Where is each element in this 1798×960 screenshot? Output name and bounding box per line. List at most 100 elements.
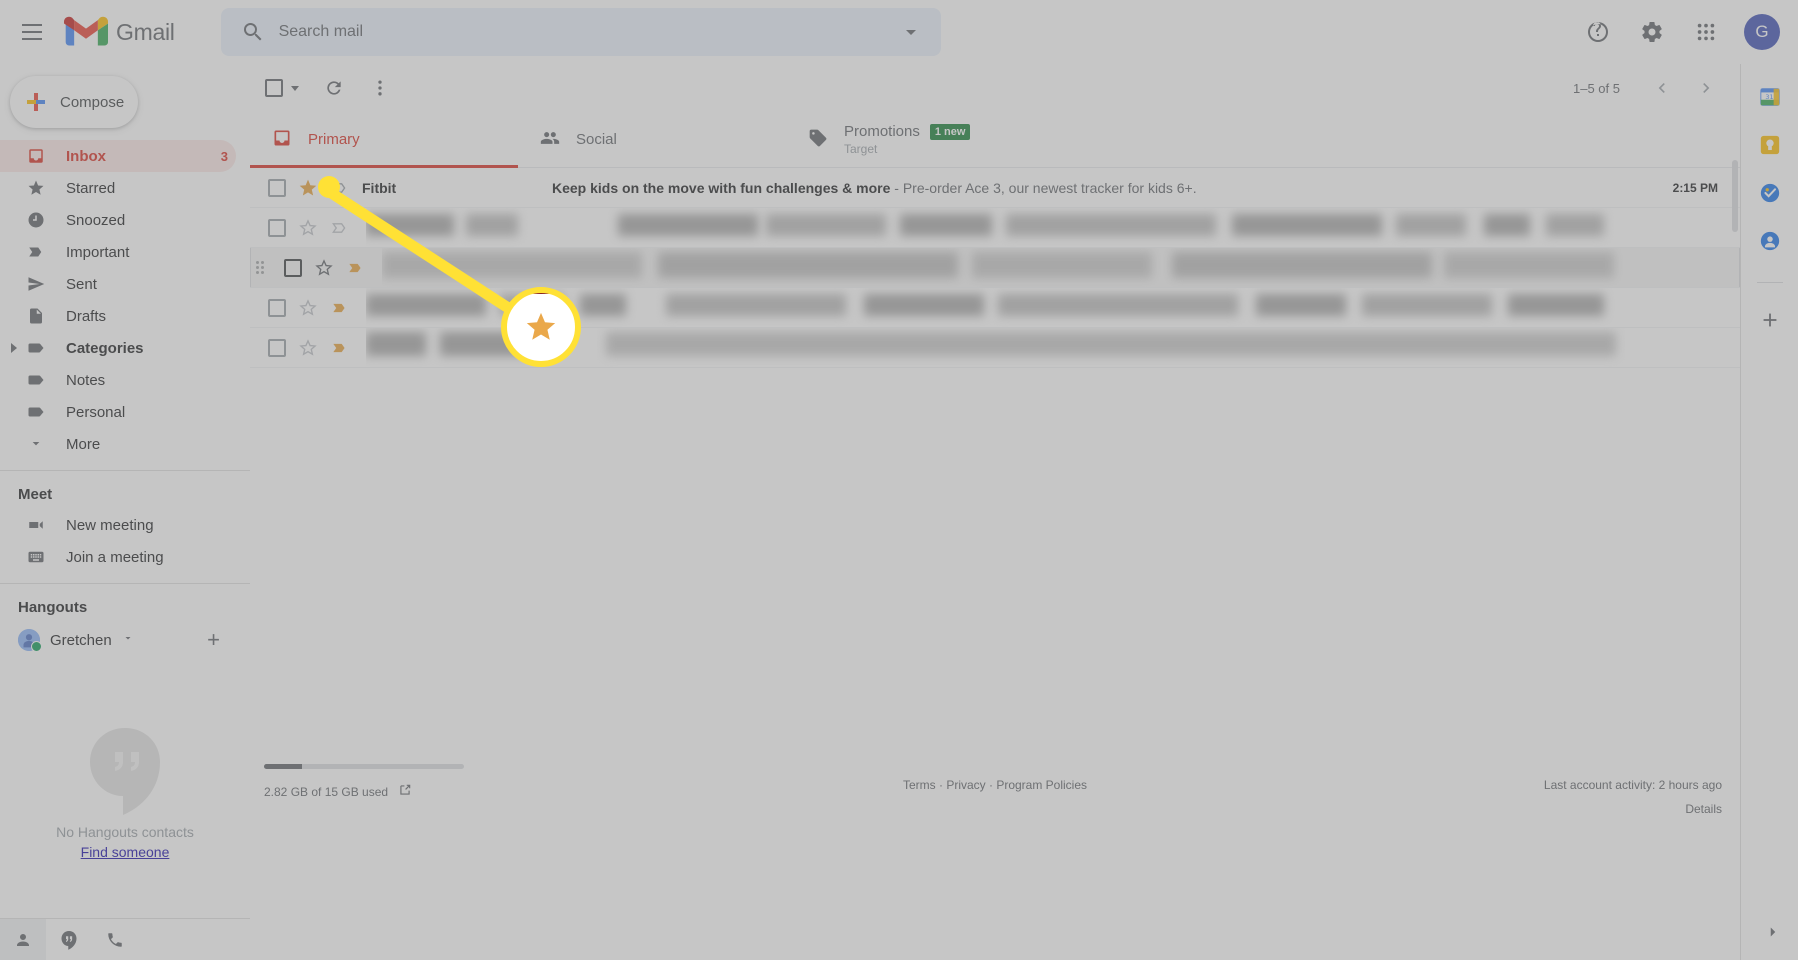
chevron-right-icon[interactable] (1764, 923, 1782, 946)
sidebar-item-label: Important (66, 243, 130, 261)
chevron-down-icon[interactable] (291, 85, 299, 91)
contacts-icon[interactable] (0, 918, 46, 960)
refresh-button[interactable] (314, 68, 354, 108)
important-marker-icon[interactable] (330, 338, 350, 358)
select-all-checkbox[interactable] (262, 68, 302, 108)
important-marker-icon[interactable] (330, 178, 350, 198)
google-calendar-icon[interactable]: 31 (1759, 86, 1781, 108)
sidebar-item-label: More (66, 435, 101, 453)
sidebar-item-more[interactable]: More (0, 428, 236, 460)
table-row[interactable] (250, 288, 1740, 328)
hangouts-user-row[interactable]: Gretchen + (0, 622, 250, 658)
sidebar-item-categories[interactable]: Categories (0, 332, 236, 364)
sidebar-item-inbox[interactable]: Inbox 3 (0, 140, 236, 172)
row-checkbox[interactable] (268, 298, 286, 317)
gmail-logo-brand[interactable]: Gmail (64, 15, 175, 49)
star-icon[interactable] (298, 338, 318, 358)
search-options-icon[interactable] (899, 20, 923, 44)
sidebar-item-join-meeting[interactable]: Join a meeting (0, 541, 236, 573)
row-checkbox[interactable] (268, 218, 286, 237)
sidebar-item-label: Sent (66, 275, 97, 293)
compose-button[interactable]: Compose (10, 76, 138, 128)
sidebar-item-sent[interactable]: Sent (0, 268, 236, 300)
activity-details-link[interactable]: Details (1320, 802, 1722, 816)
google-keep-icon[interactable] (1759, 134, 1781, 156)
row-checkbox[interactable] (268, 338, 286, 357)
last-activity-text: Last account activity: 2 hours ago (1543, 778, 1722, 792)
send-icon (26, 274, 46, 294)
sidebar-item-label: Personal (66, 403, 126, 421)
svg-text:31: 31 (1765, 93, 1773, 101)
table-row[interactable]: Fitbit Keep kids on the move with fun ch… (250, 168, 1740, 208)
table-row[interactable] (250, 328, 1740, 368)
tab-social[interactable]: Social (518, 112, 786, 167)
tab-sublabel: Target (844, 142, 878, 156)
sidebar-item-new-meeting[interactable]: New meeting (0, 509, 236, 541)
hamburger-icon[interactable] (8, 8, 56, 56)
gmail-logo-icon (64, 16, 108, 46)
tab-label: Primary (308, 131, 360, 148)
find-someone-link[interactable]: Find someone (81, 844, 170, 860)
inbox-icon (272, 128, 292, 152)
inbox-unread-count: 3 (220, 148, 228, 164)
clock-icon (26, 210, 46, 230)
chevron-right-icon[interactable] (8, 342, 20, 354)
brand-name: Gmail (116, 18, 175, 45)
blurred-content (366, 288, 1740, 327)
footer-links[interactable]: Terms · Privacy · Program Policies (670, 764, 1320, 792)
hangouts-icon[interactable] (46, 919, 92, 960)
plus-icon[interactable]: + (207, 627, 220, 653)
important-marker-icon[interactable] (330, 298, 350, 318)
sidebar-item-snoozed[interactable]: Snoozed (0, 204, 236, 236)
row-checkbox[interactable] (268, 178, 286, 197)
row-checkbox[interactable] (284, 258, 302, 277)
label-icon (26, 402, 46, 422)
app-header: Gmail Search mail G (0, 0, 1798, 64)
sidebar-item-personal[interactable]: Personal (0, 396, 236, 428)
tab-promotions[interactable]: Promotions 1 new Target (786, 112, 1054, 167)
google-tasks-icon[interactable] (1759, 182, 1781, 204)
refresh-icon (327, 81, 341, 95)
sidebar-item-important[interactable]: Important (0, 236, 236, 268)
tab-primary[interactable]: Primary (250, 112, 518, 168)
hangouts-bottom-bar (0, 918, 250, 960)
hangouts-section-title: Hangouts (18, 598, 88, 616)
plus-icon[interactable] (1759, 309, 1781, 331)
search-input[interactable] (278, 23, 899, 41)
email-time: 2:15 PM (1672, 180, 1718, 195)
search-bar[interactable] (220, 8, 941, 56)
more-options-button[interactable] (360, 68, 400, 108)
important-marker-icon[interactable] (346, 258, 366, 278)
tab-label: Social (576, 131, 617, 148)
sidebar-divider-2 (0, 583, 250, 584)
star-icon[interactable] (298, 298, 318, 318)
more-vertical-icon (378, 80, 382, 96)
storage-bar-fill (264, 764, 302, 769)
table-row[interactable] (250, 208, 1740, 248)
tab-label: Promotions (844, 123, 920, 140)
next-page-button[interactable] (1686, 68, 1726, 108)
label-icon (26, 370, 46, 390)
star-icon[interactable] (298, 218, 318, 238)
phone-icon[interactable] (92, 919, 138, 960)
star-icon[interactable] (298, 178, 318, 198)
prev-page-button[interactable] (1642, 68, 1682, 108)
help-icon[interactable] (1574, 8, 1622, 56)
apps-grid-icon[interactable] (1682, 8, 1730, 56)
star-icon[interactable] (314, 258, 334, 278)
list-scrollbar[interactable] (1732, 160, 1738, 232)
avatar[interactable]: G (1744, 14, 1780, 50)
settings-icon[interactable] (1628, 8, 1676, 56)
table-row[interactable] (250, 248, 1740, 288)
drag-handle-icon[interactable] (256, 260, 270, 275)
important-marker-icon[interactable] (330, 218, 350, 238)
google-contacts-icon[interactable] (1759, 230, 1781, 252)
sidebar-item-notes[interactable]: Notes (0, 364, 236, 396)
chevron-down-icon[interactable] (122, 631, 134, 649)
open-external-icon[interactable] (398, 783, 412, 800)
mail-toolbar: 1–5 of 5 (250, 64, 1740, 112)
sidebar-item-starred[interactable]: Starred (0, 172, 236, 204)
gmail-app-window: Gmail Search mail G Compose Inbox 3 Star… (0, 0, 1798, 960)
email-list: Fitbit Keep kids on the move with fun ch… (250, 160, 1740, 368)
sidebar-item-drafts[interactable]: Drafts (0, 300, 236, 332)
